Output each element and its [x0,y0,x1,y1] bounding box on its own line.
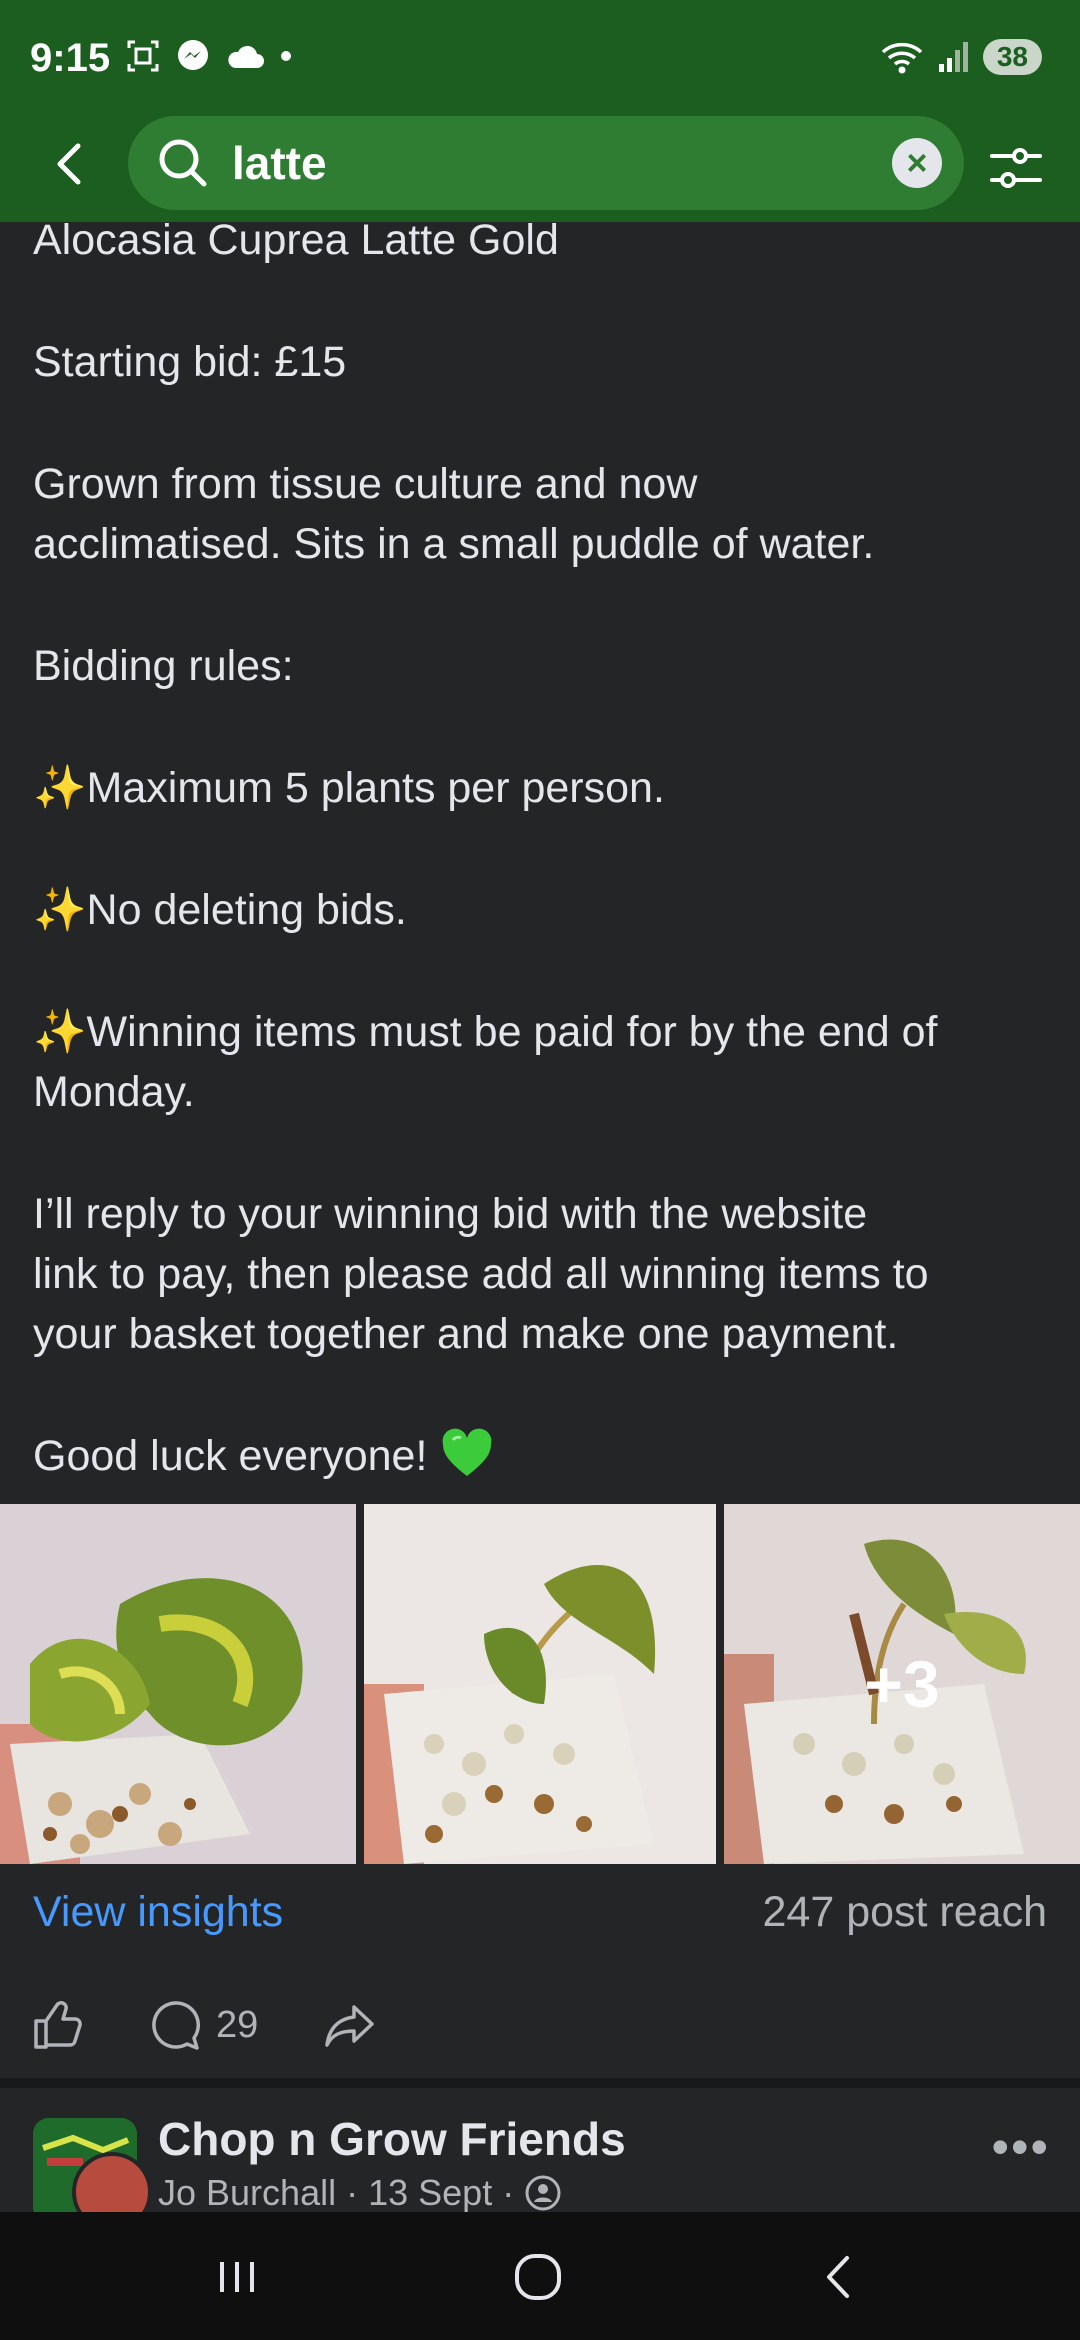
recent-apps-icon[interactable] [202,2242,272,2312]
comment-count: 29 [216,2003,259,2046]
share-icon [325,2005,374,2047]
post-date[interactable]: 13 Sept [368,2172,492,2214]
plant-photo[interactable] [364,1504,716,1864]
share-button[interactable] [322,1990,378,2060]
post-more-menu[interactable]: ••• [991,2118,1050,2176]
bidding-rules-heading: Bidding rules: [33,642,294,690]
starting-bid: Starting bid: £15 [33,338,347,386]
thumbs-up-icon [34,2001,82,2049]
wifi-icon [881,42,923,74]
rule-item: ✨Maximum 5 plants per person. [33,758,1053,818]
closing-line: Good luck everyone! [33,1426,1053,1486]
post-line: Grown from tissue culture and now [33,460,698,508]
group-name[interactable]: Chop n Grow Friends [158,2112,626,2166]
back-icon[interactable] [805,2242,875,2312]
rule-item: ✨No deleting bids. [33,880,1053,940]
post-line: your basket together and make one paymen… [33,1310,899,1358]
clear-icon: × [906,142,928,183]
status-bar: 9:15 38 [0,0,1080,120]
post-line: link to pay, then please add all winning… [33,1250,929,1298]
post-line: acclimatised. Sits in a small puddle of … [33,520,875,568]
search-icon [159,139,207,187]
rule-text: No deleting bids. [86,886,407,934]
rule-item: ✨Winning items must be paid for by the e… [33,1002,1053,1062]
system-nav-bar [0,2212,1080,2340]
filter-icon[interactable] [986,138,1046,198]
sparkle-icon: ✨ [33,886,87,934]
search-input[interactable]: latte × [128,116,964,210]
back-arrow-icon[interactable] [40,132,104,196]
like-button[interactable] [30,1990,86,2060]
screenshot-icon [127,40,159,72]
battery-indicator: 38 [982,39,1042,75]
closing-text: Good luck everyone! [33,1432,428,1480]
post-line: I’ll reply to your winning bid with the … [33,1190,868,1238]
sparkle-icon: ✨ [33,764,87,812]
clear-search-button[interactable]: × [892,138,942,188]
post-meta: Jo Burchall · 13 Sept · [158,2172,562,2214]
home-icon[interactable] [503,2242,573,2312]
green-heart-icon [442,1428,492,1476]
photo-grid: +3 [0,1504,1080,1864]
cloud-icon [228,45,264,68]
post-divider [0,2078,1080,2088]
plant-photo[interactable] [0,1504,356,1864]
rule-text: Maximum 5 plants per person. [86,764,665,812]
status-time: 9:15 [30,36,111,80]
view-insights-link[interactable]: View insights [33,1888,283,1937]
search-header: latte × [0,110,1080,222]
post-reach: 247 post reach [762,1888,1047,1936]
meta-separator: · [346,2172,359,2213]
more-photos-count: +3 [864,1647,940,1721]
post-line: Monday. [33,1068,195,1116]
dot-icon [281,51,291,61]
post-title: Alocasia Cuprea Latte Gold [33,222,559,264]
members-audience-icon [525,2175,561,2211]
plant-photo-more[interactable]: +3 [724,1504,1080,1864]
messenger-icon [178,40,208,70]
search-query: latte [232,137,327,189]
sparkle-icon: ✨ [33,1008,87,1056]
author-name[interactable]: Jo Burchall [158,2172,336,2214]
meta-separator: · [502,2172,515,2213]
signal-icon [938,42,968,72]
comment-icon [152,2001,200,2050]
rule-text: Winning items must be paid for by the en… [86,1008,938,1056]
post-actions: 29 [0,1990,1080,2070]
comment-button[interactable]: 29 [148,1990,258,2060]
